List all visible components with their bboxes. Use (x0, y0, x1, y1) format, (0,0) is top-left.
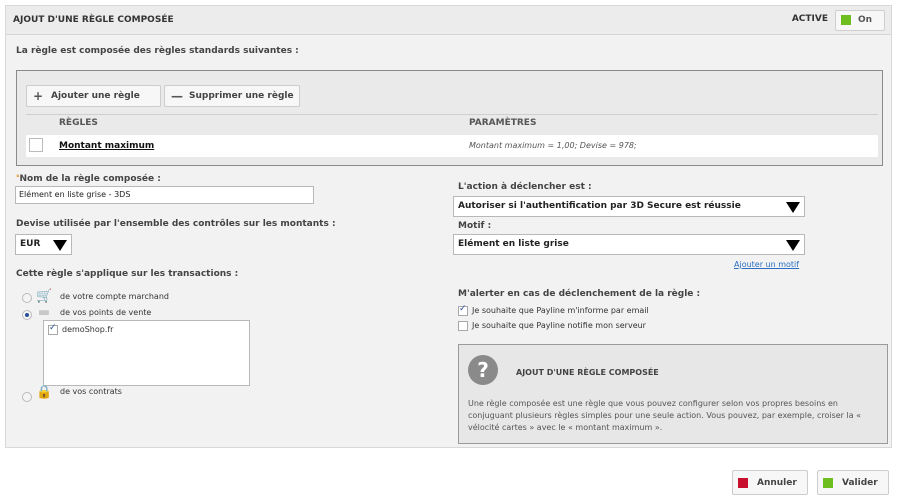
toggle-label: On (858, 15, 873, 25)
scope-radio-merchant[interactable] (22, 293, 32, 303)
cancel-button[interactable]: Annuler (732, 470, 808, 495)
active-toggle[interactable]: On (835, 10, 885, 31)
currency-label: Devise utilisée par l'ensemble des contr… (16, 219, 336, 229)
cart-icon: 🛒 (36, 289, 53, 304)
scope-radio-contracts[interactable] (22, 392, 32, 402)
alert-label: M'alerter en cas de déclenchement de la … (458, 289, 701, 299)
dropdown-arrow-icon (786, 202, 800, 213)
rules-intro: La règle est composée des règles standar… (16, 46, 299, 56)
panel-header: AJOUT D'UNE RÈGLE COMPOSÉE ACTIVE On (6, 6, 891, 35)
motif-value: Elément en liste grise (458, 239, 569, 249)
rule-params: Montant maximum = 1,00; Devise = 978; (469, 141, 637, 150)
shop-checkbox[interactable] (48, 323, 58, 335)
panel-title: AJOUT D'UNE RÈGLE COMPOSÉE (13, 15, 174, 25)
shop-label: demoShop.fr (62, 325, 114, 334)
rule-name-link[interactable]: Montant maximum (59, 141, 154, 151)
rule-form-panel: AJOUT D'UNE RÈGLE COMPOSÉE ACTIVE On La … (5, 5, 892, 448)
header-divider (26, 114, 878, 115)
table-row[interactable]: Montant maximum Montant maximum = 1,00; … (26, 135, 878, 157)
active-label: ACTIVE (791, 14, 828, 24)
cancel-square-icon (738, 478, 748, 488)
alert-email-checkbox[interactable] (458, 304, 468, 316)
action-label: L'action à déclencher est : (458, 182, 592, 192)
add-motif-link[interactable]: Ajouter un motif (734, 260, 799, 269)
submit-label: Valider (842, 478, 878, 488)
action-select[interactable]: Autoriser si l'authentification par 3D S… (453, 196, 805, 217)
dropdown-arrow-icon (53, 240, 67, 251)
question-icon: ? (468, 355, 498, 385)
add-rule-label: Ajouter une règle (51, 91, 140, 101)
lock-icon: 🔒 (36, 385, 53, 400)
alert-email-label: Je souhaite que Payline m'informe par em… (472, 306, 649, 315)
scope-option-contracts: de vos contrats (60, 387, 122, 396)
alert-server-label: Je souhaite que Payline notifie mon serv… (472, 321, 646, 330)
scope-radio-shops[interactable] (22, 310, 32, 320)
column-header-rules: RÈGLES (59, 118, 98, 128)
currency-select[interactable]: EUR (15, 234, 72, 255)
shops-listbox: demoShop.fr (43, 320, 250, 386)
scope-option-shops: de vos points de vente (60, 308, 152, 317)
rules-box: + Ajouter une règle — Supprimer une règl… (16, 70, 883, 166)
remove-rule-button[interactable]: — Supprimer une règle (164, 85, 300, 107)
rule-name-input[interactable]: Elément en liste grise - 3DS (15, 186, 314, 204)
scope-label: Cette règle s'applique sur les transacti… (16, 269, 239, 279)
help-box: ? AJOUT D'UNE RÈGLE COMPOSÉE Une règle c… (458, 344, 888, 444)
cancel-label: Annuler (757, 478, 797, 488)
help-text: Une règle composée est une règle que vou… (468, 399, 862, 432)
row-checkbox[interactable] (29, 138, 43, 152)
plus-icon: + (33, 89, 44, 103)
currency-value: EUR (20, 239, 41, 249)
terminal-icon: ▬ (37, 305, 51, 320)
toggle-indicator-icon (841, 15, 851, 25)
name-label-text: Nom de la règle composée : (19, 174, 161, 184)
alert-server-checkbox[interactable] (458, 321, 468, 331)
submit-square-icon (823, 478, 833, 488)
motif-select[interactable]: Elément en liste grise (453, 234, 805, 255)
name-label: °Nom de la règle composée : (16, 174, 161, 184)
rule-name-value: Elément en liste grise - 3DS (19, 190, 131, 199)
column-header-params: PARAMÈTRES (469, 118, 537, 128)
remove-rule-label: Supprimer une règle (189, 91, 294, 101)
help-title: AJOUT D'UNE RÈGLE COMPOSÉE (516, 368, 659, 377)
action-value: Autoriser si l'authentification par 3D S… (458, 201, 741, 211)
minus-icon: — (171, 89, 183, 103)
motif-label: Motif : (458, 221, 492, 231)
scope-option-merchant: de votre compte marchand (60, 292, 169, 301)
dropdown-arrow-icon (786, 240, 800, 251)
add-rule-button[interactable]: + Ajouter une règle (26, 85, 161, 107)
submit-button[interactable]: Valider (817, 470, 889, 495)
